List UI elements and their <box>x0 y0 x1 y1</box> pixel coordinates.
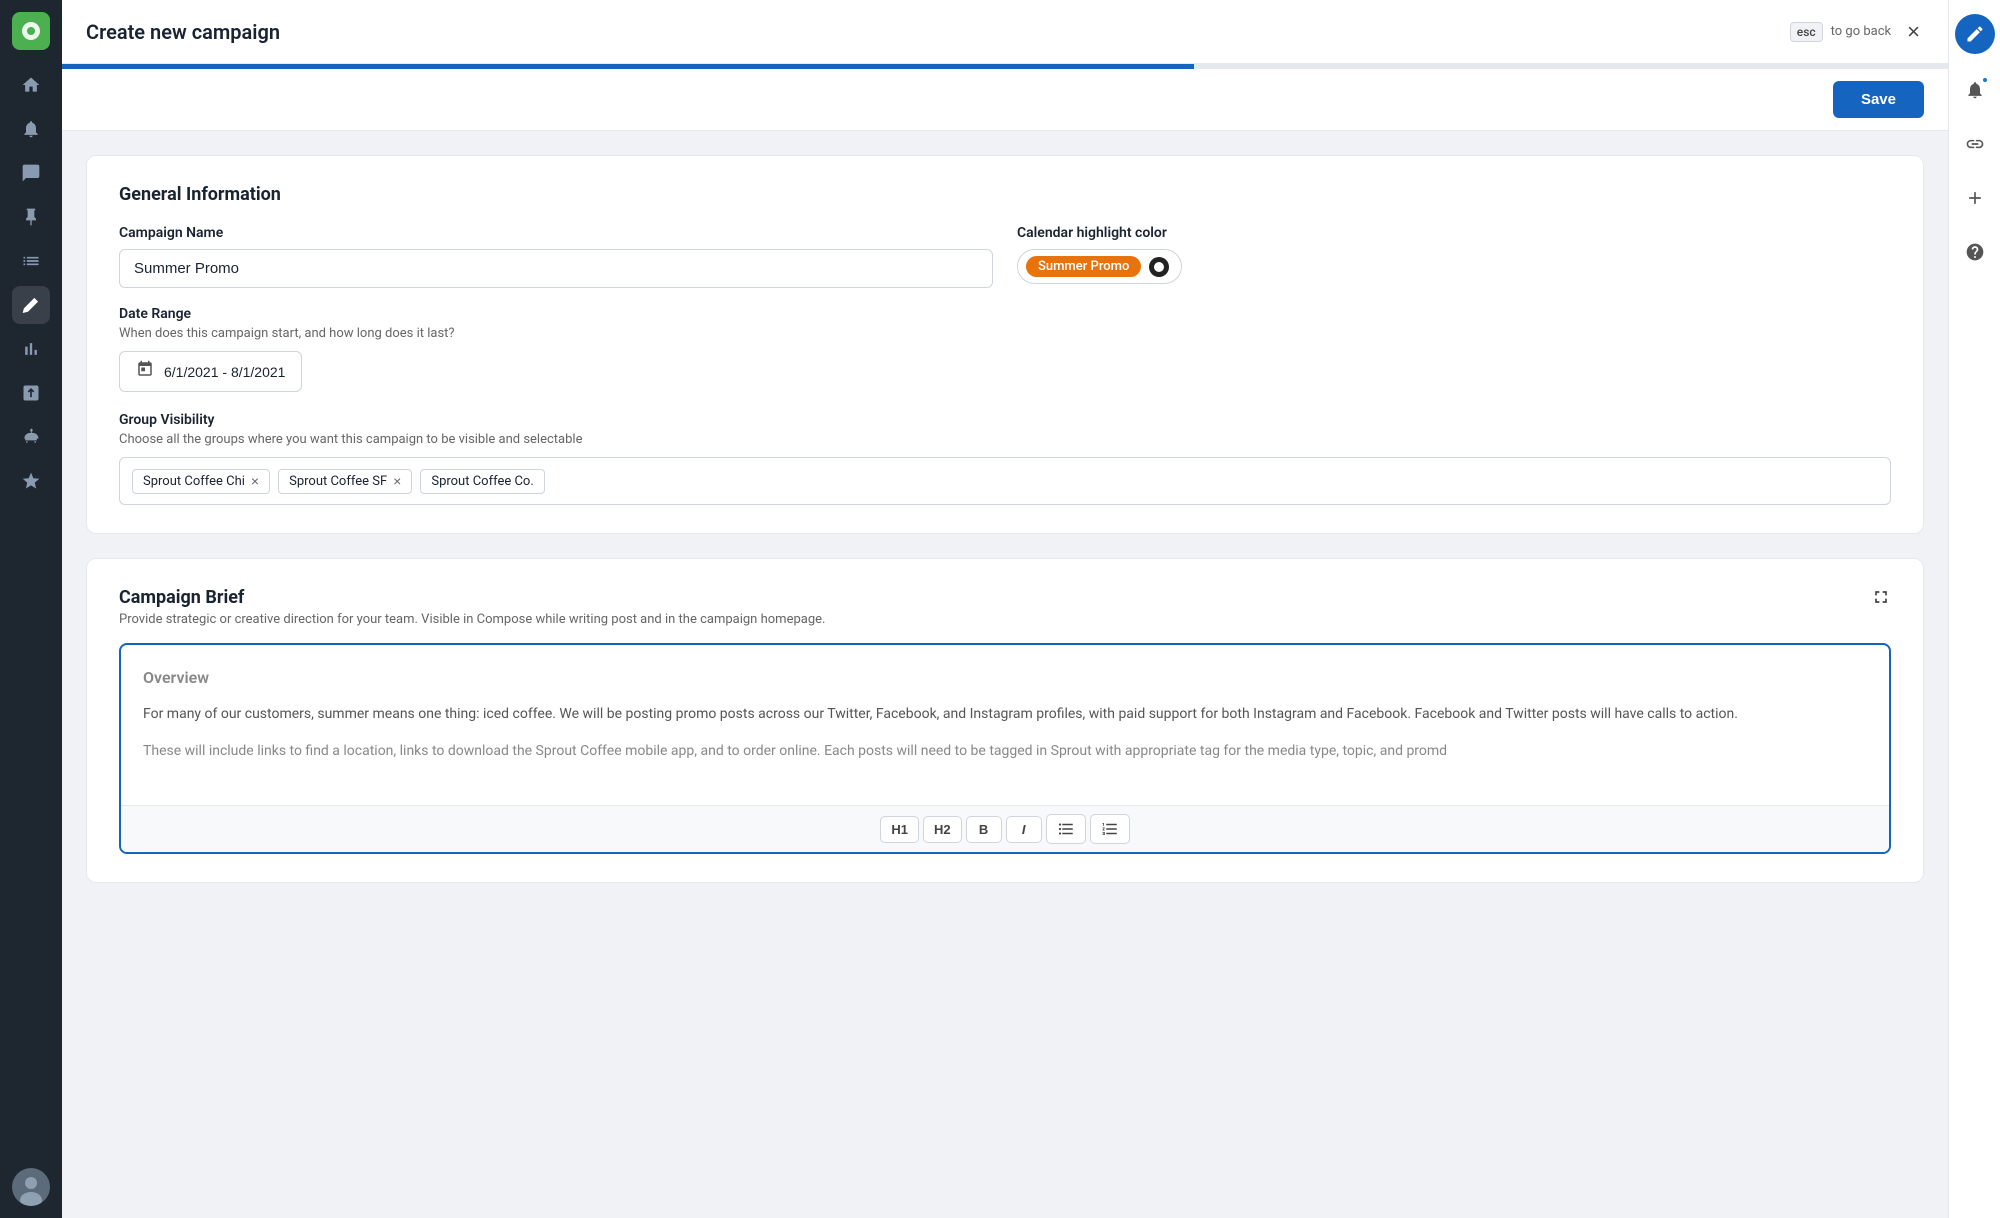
editor-toolbar: H1 H2 B I <box>121 805 1889 852</box>
color-group: Calendar highlight color Summer Promo <box>1017 225 1891 284</box>
tags-search-input[interactable] <box>553 473 734 489</box>
toolbar-h2-button[interactable]: H2 <box>923 816 962 843</box>
tag-remove-sf[interactable]: × <box>393 474 401 488</box>
campaign-name-group: Campaign Name <box>119 225 993 288</box>
main-area: Create new campaign esc to go back × Sav… <box>62 0 1948 1218</box>
esc-badge: esc <box>1790 22 1823 42</box>
tag-sprout-coffee-co: Sprout Coffee Co. <box>420 469 544 494</box>
color-dot-icon <box>1149 257 1169 277</box>
brief-header: Campaign Brief Provide strategic or crea… <box>119 587 1891 627</box>
color-picker[interactable]: Summer Promo <box>1017 249 1182 284</box>
left-sidebar <box>0 0 62 1218</box>
color-label: Calendar highlight color <box>1017 225 1891 241</box>
add-button[interactable] <box>1957 180 1993 216</box>
toolbar-ordered-list-button[interactable] <box>1090 814 1130 844</box>
user-avatar[interactable] <box>12 1168 50 1206</box>
tag-text: Sprout Coffee SF <box>289 474 387 489</box>
date-range-hint: When does this campaign start, and how l… <box>119 326 1891 341</box>
close-button[interactable]: × <box>1903 17 1924 47</box>
page-title: Create new campaign <box>86 20 1778 44</box>
help-button[interactable] <box>1957 234 1993 270</box>
rich-text-editor[interactable]: Overview For many of our customers, summ… <box>119 643 1891 854</box>
date-range-value: 6/1/2021 - 8/1/2021 <box>164 364 285 380</box>
sidebar-item-messages[interactable] <box>12 154 50 192</box>
group-visibility-hint: Choose all the groups where you want thi… <box>119 432 1891 447</box>
content-area: General Information Campaign Name Calend… <box>62 131 1948 1218</box>
form-grid: Campaign Name Calendar highlight color S… <box>119 225 1891 288</box>
notification-dot <box>1981 76 1989 84</box>
sidebar-item-starred[interactable] <box>12 462 50 500</box>
sidebar-item-compose[interactable] <box>12 286 50 324</box>
campaign-brief-card: Campaign Brief Provide strategic or crea… <box>86 558 1924 883</box>
toolbar-h1-button[interactable]: H1 <box>880 816 919 843</box>
go-back-label: to go back <box>1831 24 1891 39</box>
sidebar-item-home[interactable] <box>12 66 50 104</box>
esc-hint: esc to go back <box>1790 22 1891 42</box>
editor-para-2: These will include links to find a locat… <box>143 740 1867 763</box>
sidebar-item-tasks[interactable] <box>12 242 50 280</box>
sidebar-item-notifications[interactable] <box>12 110 50 148</box>
sidebar-item-analytics[interactable] <box>12 330 50 368</box>
sidebar-item-reports[interactable] <box>12 374 50 412</box>
date-range-button[interactable]: 6/1/2021 - 8/1/2021 <box>119 351 302 392</box>
date-range-section: Date Range When does this campaign start… <box>119 306 1891 392</box>
tag-remove-chi[interactable]: × <box>251 474 259 488</box>
save-button[interactable]: Save <box>1833 81 1924 118</box>
tag-text: Sprout Coffee Co. <box>431 474 533 489</box>
tag-text: Sprout Coffee Chi <box>143 474 245 489</box>
edit-button[interactable] <box>1955 14 1995 54</box>
toolbar-unordered-list-button[interactable] <box>1046 814 1086 844</box>
brief-subtitle: Provide strategic or creative direction … <box>119 612 825 627</box>
campaign-name-label: Campaign Name <box>119 225 993 241</box>
expand-icon[interactable] <box>1871 587 1891 612</box>
general-info-title: General Information <box>119 184 1891 205</box>
brief-title: Campaign Brief <box>119 587 825 608</box>
tags-input[interactable]: Sprout Coffee Chi × Sprout Coffee SF × S… <box>119 457 1891 505</box>
campaign-name-input[interactable] <box>119 249 993 288</box>
page-header: Create new campaign esc to go back × <box>62 0 1948 64</box>
sidebar-item-bot[interactable] <box>12 418 50 456</box>
toolbar-row: Save <box>62 69 1948 131</box>
brief-title-group: Campaign Brief Provide strategic or crea… <box>119 587 825 627</box>
editor-content[interactable]: Overview For many of our customers, summ… <box>121 645 1889 805</box>
link-button[interactable] <box>1957 126 1993 162</box>
color-pill-text: Summer Promo <box>1026 256 1141 277</box>
calendar-icon <box>136 360 154 383</box>
tag-sprout-coffee-chi: Sprout Coffee Chi × <box>132 469 270 494</box>
general-information-card: General Information Campaign Name Calend… <box>86 155 1924 534</box>
editor-para-1: For many of our customers, summer means … <box>143 703 1867 726</box>
group-visibility-label: Group Visibility <box>119 412 1891 428</box>
notifications-button[interactable] <box>1957 72 1993 108</box>
right-sidebar <box>1948 0 2000 1218</box>
editor-heading: Overview <box>143 665 1867 691</box>
tag-sprout-coffee-sf: Sprout Coffee SF × <box>278 469 412 494</box>
app-logo[interactable] <box>12 12 50 50</box>
sidebar-item-pin[interactable] <box>12 198 50 236</box>
toolbar-bold-button[interactable]: B <box>966 816 1002 843</box>
group-visibility-section: Group Visibility Choose all the groups w… <box>119 412 1891 505</box>
date-range-label: Date Range <box>119 306 1891 322</box>
toolbar-italic-button[interactable]: I <box>1006 816 1042 843</box>
